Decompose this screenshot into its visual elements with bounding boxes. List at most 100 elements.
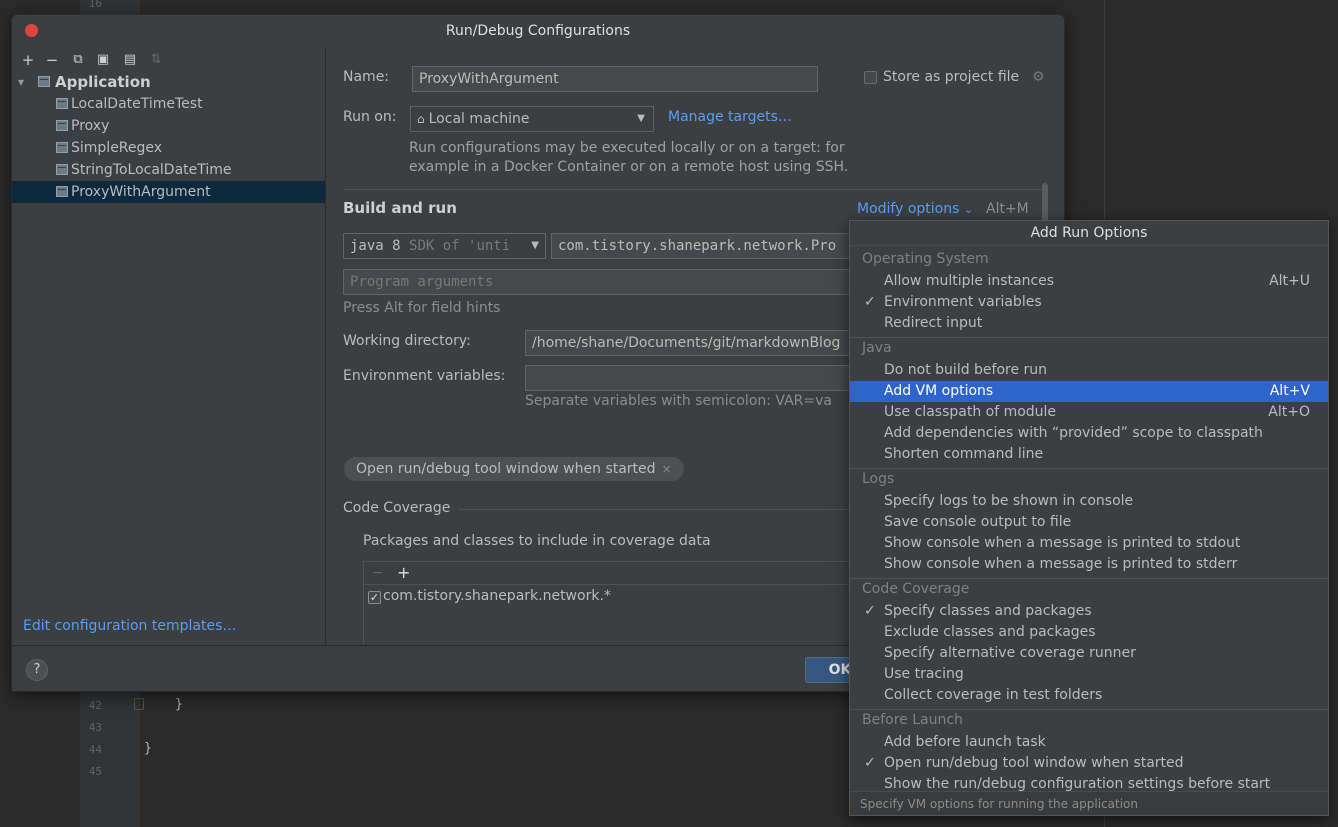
menu-separator bbox=[850, 578, 1328, 579]
tree-item[interactable]: LocalDateTimeTest bbox=[12, 93, 325, 115]
menu-item[interactable]: Show console when a message is printed t… bbox=[850, 554, 1328, 575]
menu-item[interactable]: ✓ Specify classes and packages bbox=[850, 601, 1328, 622]
code-line: } bbox=[144, 741, 152, 756]
separator bbox=[343, 189, 1043, 190]
close-icon[interactable] bbox=[25, 24, 38, 37]
menu-item[interactable]: Collect coverage in test folders bbox=[850, 685, 1328, 706]
open-tool-window-chip[interactable]: Open run/debug tool window when started × bbox=[344, 457, 684, 481]
run-configuration-icon bbox=[56, 164, 68, 175]
tree-group-application[interactable]: ▾ Application bbox=[12, 71, 325, 93]
menu-item-label: Add before launch task bbox=[884, 734, 1046, 750]
run-on-dropdown[interactable]: ⌂ Local machine ▼ bbox=[410, 106, 654, 132]
chevron-down-icon: ⌄ bbox=[963, 203, 974, 216]
menu-item[interactable]: Exclude classes and packages bbox=[850, 622, 1328, 643]
run-configuration-icon bbox=[56, 142, 68, 153]
menu-item-label: Specify alternative coverage runner bbox=[884, 645, 1136, 661]
run-on-value: Local machine bbox=[428, 111, 530, 127]
add-run-options-popup: Add Run Options Operating System Allow mu… bbox=[849, 220, 1329, 816]
menu-item[interactable]: ✓ Environment variables bbox=[850, 292, 1328, 313]
menu-item[interactable]: Add before launch task bbox=[850, 732, 1328, 753]
tree-item[interactable]: StringToLocalDateTime bbox=[12, 159, 325, 181]
menu-item[interactable]: Specify alternative coverage runner bbox=[850, 643, 1328, 664]
menu-item-label: Specify classes and packages bbox=[884, 603, 1092, 619]
menu-item-label: Specify logs to be shown in console bbox=[884, 493, 1134, 509]
coverage-item-checkbox[interactable]: ✓ bbox=[368, 591, 381, 604]
list-item[interactable]: ✓ com.tistory.shanepark.network.* bbox=[364, 586, 864, 608]
menu-item[interactable]: Add dependencies with “provided” scope t… bbox=[850, 423, 1328, 444]
edit-configuration-templates-link[interactable]: Edit configuration templates… bbox=[23, 618, 236, 634]
folder-icon[interactable]: ▤ bbox=[120, 49, 140, 71]
coverage-toolbar: − + bbox=[364, 562, 864, 585]
environment-variables-field[interactable] bbox=[525, 365, 855, 391]
tree-item[interactable]: Proxy bbox=[12, 115, 325, 137]
tree-item[interactable]: ProxyWithArgument bbox=[12, 181, 325, 203]
menu-item-label: Add VM options bbox=[884, 383, 994, 399]
menu-item-label: Allow multiple instances bbox=[884, 273, 1055, 289]
run-on-label: Run on: bbox=[343, 109, 397, 125]
menu-item[interactable]: Save console output to file bbox=[850, 512, 1328, 533]
manage-targets-link[interactable]: Manage targets… bbox=[668, 109, 792, 125]
menu-item-label: Use classpath of module bbox=[884, 404, 1057, 420]
menu-item[interactable]: Use tracing bbox=[850, 664, 1328, 685]
menu-item[interactable]: Show console when a message is printed t… bbox=[850, 533, 1328, 554]
program-arguments-field[interactable]: Program arguments bbox=[343, 269, 853, 295]
coverage-item-label: com.tistory.shanepark.network.* bbox=[383, 588, 611, 604]
menu-item-label: Environment variables bbox=[884, 294, 1042, 310]
run-on-hint-line2: example in a Docker Container or on a re… bbox=[409, 159, 849, 175]
menu-item-label: Show console when a message is printed t… bbox=[884, 535, 1241, 551]
main-class-field[interactable]: com.tistory.shanepark.network.Pro bbox=[551, 233, 851, 259]
application-icon bbox=[38, 76, 50, 87]
menu-item[interactable]: Allow multiple instances Alt+U bbox=[850, 271, 1328, 292]
modify-options-label: Modify options bbox=[857, 201, 960, 217]
remove-icon[interactable]: − bbox=[42, 49, 62, 71]
name-field[interactable]: ProxyWithArgument bbox=[412, 66, 818, 92]
working-directory-field[interactable]: /home/shane/Documents/git/markdownBlog bbox=[525, 330, 855, 356]
chip-close-icon[interactable]: × bbox=[662, 462, 672, 476]
tree-group-label: Application bbox=[55, 73, 151, 91]
menu-separator bbox=[850, 337, 1328, 338]
line-number: 44 bbox=[88, 743, 102, 756]
menu-item-label: Show console when a message is printed t… bbox=[884, 556, 1238, 572]
menu-item[interactable]: Shorten command line bbox=[850, 444, 1328, 465]
add-icon[interactable]: + bbox=[18, 49, 38, 71]
run-configuration-icon bbox=[56, 186, 68, 197]
menu-item-label: Do not build before run bbox=[884, 362, 1048, 378]
chevron-down-icon[interactable]: ▾ bbox=[18, 71, 24, 93]
menu-item[interactable]: ✓ Open run/debug tool window when started bbox=[850, 753, 1328, 774]
menu-item-label: Add dependencies with “provided” scope t… bbox=[884, 425, 1263, 441]
coverage-subtitle: Packages and classes to include in cover… bbox=[363, 533, 711, 549]
menu-item[interactable]: Specify logs to be shown in console bbox=[850, 491, 1328, 512]
sdk-suffix: SDK of 'unti bbox=[409, 238, 511, 254]
dialog-title: Run/Debug Configurations bbox=[445, 23, 631, 39]
sdk-value: java 8 bbox=[350, 238, 401, 254]
tree-item-label: LocalDateTimeTest bbox=[71, 96, 203, 112]
save-icon[interactable]: ▣ bbox=[93, 49, 113, 71]
remove-icon[interactable]: − bbox=[372, 562, 384, 584]
store-as-project-file-checkbox[interactable] bbox=[864, 71, 877, 84]
fold-marker-icon[interactable] bbox=[134, 698, 144, 710]
menu-item[interactable]: Redirect input bbox=[850, 313, 1328, 334]
menu-item[interactable]: Do not build before run bbox=[850, 360, 1328, 381]
menu-item[interactable]: Add VM options Alt+V bbox=[850, 381, 1328, 402]
menu-group-header: Code Coverage bbox=[862, 581, 970, 597]
checkmark-icon: ✓ bbox=[864, 755, 876, 771]
sort-icon[interactable]: ⇅ bbox=[146, 49, 166, 71]
menu-item-label: Exclude classes and packages bbox=[884, 624, 1096, 640]
gear-icon[interactable]: ⚙ bbox=[1032, 69, 1045, 85]
sdk-dropdown[interactable]: java 8 SDK of 'unti ▼ bbox=[343, 233, 546, 259]
dialog-titlebar: Run/Debug Configurations bbox=[12, 15, 1064, 47]
program-arguments-placeholder: Program arguments bbox=[350, 274, 494, 290]
build-and-run-title: Build and run bbox=[343, 199, 457, 217]
tree-item-label: SimpleRegex bbox=[71, 140, 163, 156]
menu-group-header: Before Launch bbox=[862, 712, 963, 728]
copy-icon[interactable]: ⧉ bbox=[68, 49, 88, 71]
add-icon[interactable]: + bbox=[397, 562, 410, 584]
environment-variables-label: Environment variables: bbox=[343, 368, 506, 384]
help-button[interactable]: ? bbox=[26, 659, 48, 681]
line-number: 42 bbox=[88, 699, 102, 712]
tree-item[interactable]: SimpleRegex bbox=[12, 137, 325, 159]
modify-options-link[interactable]: Modify options ⌄ bbox=[857, 201, 973, 217]
dropdown-arrow-icon: ▼ bbox=[637, 113, 645, 124]
menu-item[interactable]: Use classpath of module Alt+O bbox=[850, 402, 1328, 423]
configurations-tree-pane: + − ⧉ ▣ ▤ ⇅ ▾ Application LocalDateTimeT… bbox=[12, 47, 326, 645]
